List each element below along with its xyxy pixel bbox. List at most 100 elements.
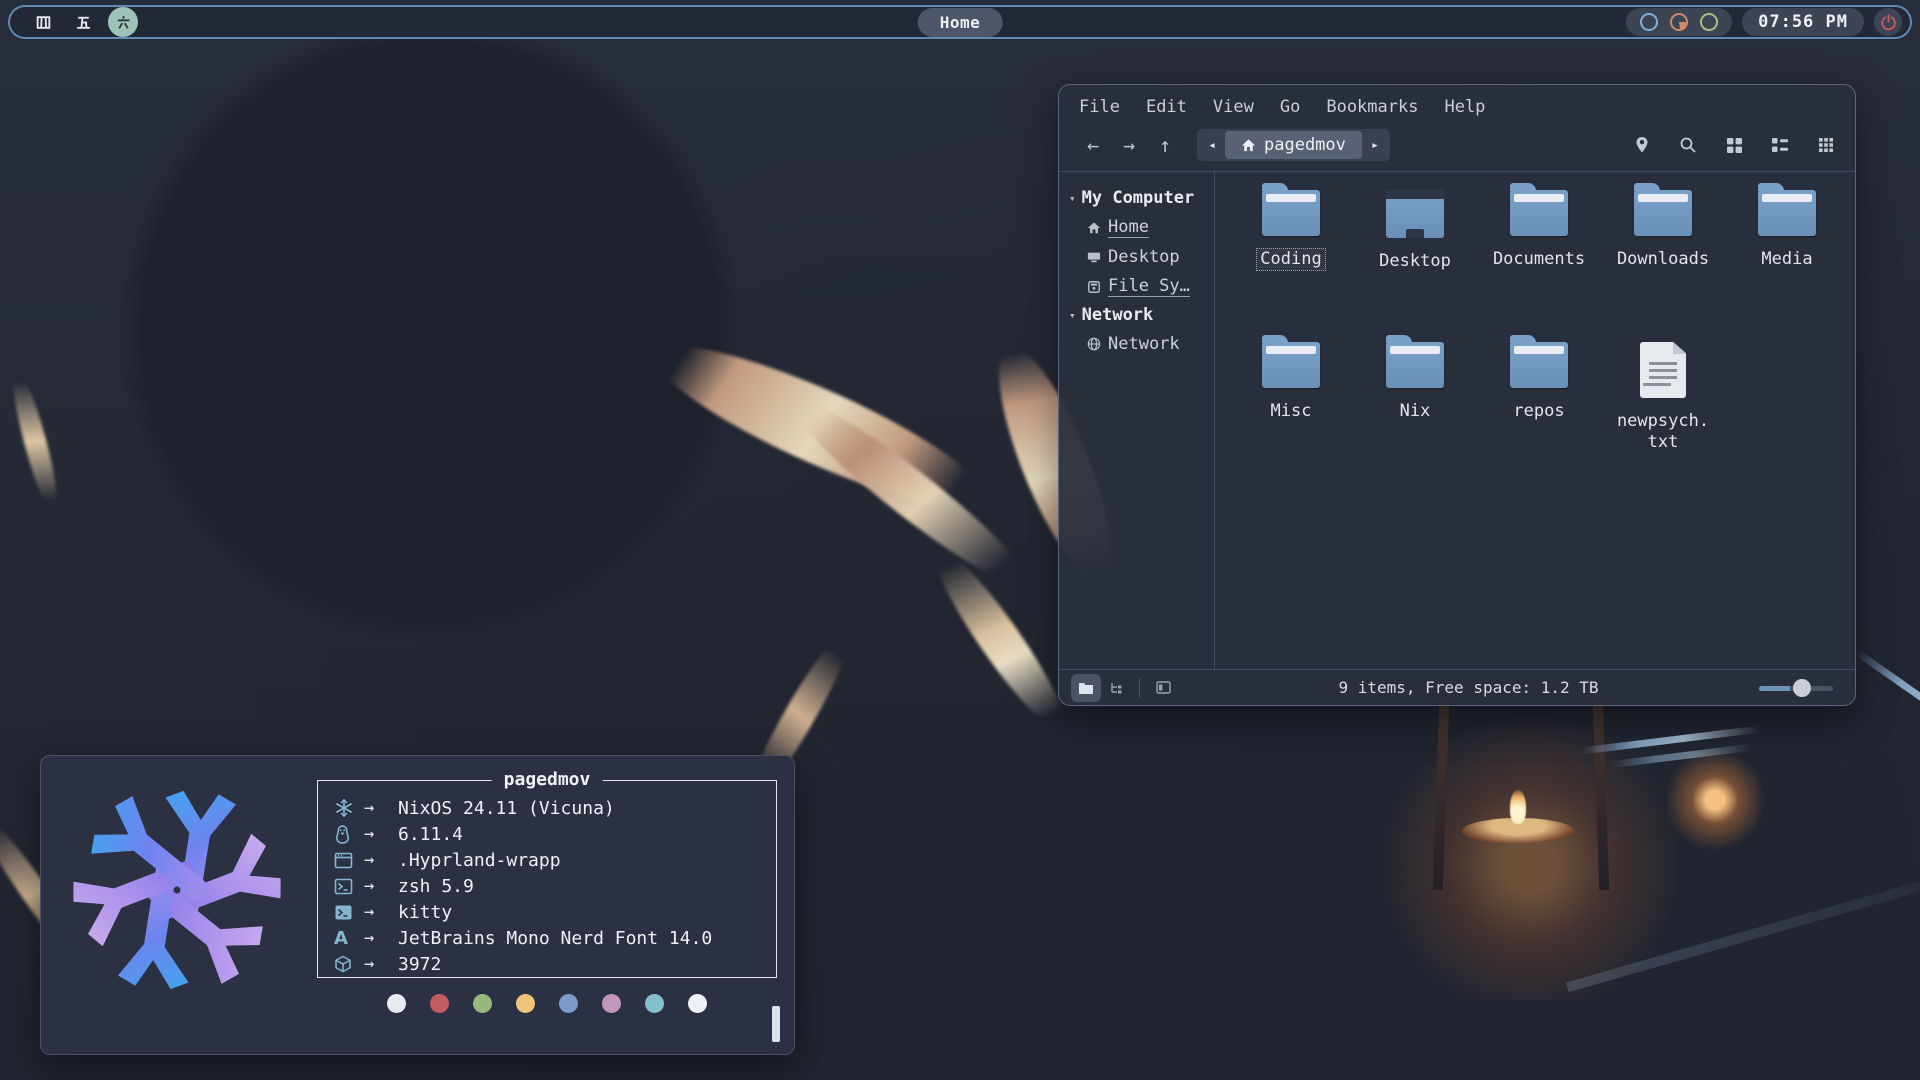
file-item-newpsych-txt[interactable]: newpsych.txt (1604, 342, 1722, 494)
arrow-icon: → (364, 928, 398, 948)
side-panel-toggle-button[interactable] (1148, 674, 1178, 702)
palette-dot-blue (559, 994, 578, 1013)
hair-strand (778, 383, 1043, 604)
file-item-media[interactable]: Media (1728, 190, 1846, 342)
hair-strand (5, 366, 65, 517)
icon-pane-toggle-button[interactable] (1071, 674, 1101, 702)
forward-button[interactable]: → (1111, 133, 1147, 157)
breadcrumb: ◂ pagedmov ▸ (1197, 129, 1390, 161)
status-bar-fm: 9 items, Free space: 1.2 TB (1059, 669, 1855, 705)
file-item-downloads[interactable]: Downloads (1604, 190, 1722, 342)
arrow-icon: → (364, 824, 398, 844)
file-item-repos[interactable]: repos (1480, 342, 1598, 494)
font-icon: A (334, 928, 348, 949)
fetch-row-terminal: → kitty (334, 899, 776, 925)
file-label: Desktop (1375, 250, 1455, 273)
sidebar-item-network[interactable]: Network (1067, 329, 1206, 358)
sidebar-item-home[interactable]: Home (1067, 212, 1206, 242)
workspace-5-button[interactable] (68, 7, 98, 37)
location-button[interactable] (1629, 132, 1655, 158)
power-icon (1880, 14, 1897, 31)
search-button[interactable] (1675, 132, 1701, 158)
compact-view-button[interactable] (1813, 132, 1839, 158)
menu-view[interactable]: View (1213, 97, 1254, 117)
fetch-value-font: JetBrains Mono Nerd Font 14.0 (398, 928, 712, 949)
collapse-triangle-icon: ▾ (1069, 309, 1076, 322)
fetch-row-os: → NixOS 24.11 (Vicuna) (334, 795, 776, 821)
list-view-button[interactable] (1767, 132, 1793, 158)
candle-flame (1510, 790, 1526, 824)
light-streak (1854, 649, 1920, 758)
compact-view-icon (1818, 137, 1834, 153)
breadcrumb-segment-home[interactable]: pagedmov (1225, 131, 1362, 159)
palette-dot-bright-white (688, 994, 707, 1013)
toolbar-right-icons (1629, 132, 1839, 158)
workspace-switcher (28, 7, 138, 37)
drive-icon (1087, 280, 1101, 294)
file-item-desktop[interactable]: Desktop (1356, 190, 1474, 342)
kernel-penguin-icon (334, 825, 351, 844)
fetch-info-box: pagedmov → NixOS 24.11 (Vicuna) (317, 780, 777, 978)
folder-icon (1262, 190, 1320, 236)
up-button[interactable]: ↑ (1147, 133, 1183, 157)
menu-bar: File Edit View Go Bookmarks Help (1059, 85, 1855, 123)
palette-dot-cyan (645, 994, 664, 1013)
tree-pane-toggle-button[interactable] (1101, 674, 1131, 702)
zoom-slider[interactable] (1759, 679, 1833, 697)
palette-dot-green (473, 994, 492, 1013)
workspace-6-button[interactable] (108, 7, 138, 37)
shell-icon (334, 878, 353, 895)
palette-dot-magenta (602, 994, 621, 1013)
sidebar-section-my-computer[interactable]: ▾ My Computer (1067, 184, 1206, 212)
palette-dot-white (387, 994, 406, 1013)
toolbar: ← → ↑ ◂ pagedmov ▸ (1059, 123, 1855, 171)
file-item-nix[interactable]: Nix (1356, 342, 1474, 494)
search-icon (1679, 136, 1697, 154)
collapse-triangle-icon: ▾ (1069, 192, 1076, 205)
file-item-documents[interactable]: Documents (1480, 190, 1598, 342)
fetch-value-shell: zsh 5.9 (398, 876, 474, 897)
folder-icon (1510, 342, 1568, 388)
desktop-folder-icon (1386, 190, 1444, 238)
icon-view-button[interactable] (1721, 132, 1747, 158)
breadcrumb-back-chevron[interactable]: ◂ (1199, 138, 1225, 153)
terminal-cursor (772, 1006, 780, 1042)
kanji-six-icon (115, 14, 132, 31)
menu-file[interactable]: File (1079, 97, 1120, 117)
bar-right-cluster: 07:56 PM (1626, 8, 1902, 36)
file-item-coding[interactable]: Coding (1232, 190, 1350, 342)
sidebar-item-filesystem[interactable]: File Sy… (1067, 271, 1206, 301)
tray-circle-green-icon (1700, 13, 1718, 31)
menu-bookmarks[interactable]: Bookmarks (1326, 97, 1418, 117)
folder-icon (1758, 190, 1816, 236)
panel-layout-icon (1156, 681, 1171, 694)
clock: 07:56 PM (1742, 8, 1864, 36)
fetch-value-wm: .Hyprland-wrapp (398, 850, 561, 871)
power-button[interactable] (1874, 8, 1902, 36)
terminal-icon (334, 904, 353, 921)
arrow-icon: → (364, 850, 398, 870)
menu-edit[interactable]: Edit (1146, 97, 1187, 117)
terminal-window[interactable]: pagedmov → NixOS 24.11 (Vicuna) (40, 755, 795, 1055)
file-label: Misc (1267, 400, 1316, 423)
sidebar-item-label: Network (1108, 334, 1180, 354)
menu-help[interactable]: Help (1444, 97, 1485, 117)
globe-icon (1087, 337, 1101, 351)
tray-circle-blue-icon (1640, 13, 1658, 31)
file-item-misc[interactable]: Misc (1232, 342, 1350, 494)
breadcrumb-forward-chevron[interactable]: ▸ (1362, 138, 1388, 153)
sidebar-item-desktop[interactable]: Desktop (1067, 242, 1206, 271)
back-button[interactable]: ← (1075, 133, 1111, 157)
workspace-4-button[interactable] (28, 7, 58, 37)
sidebar-section-network[interactable]: ▾ Network (1067, 301, 1206, 329)
tree-view-icon (1109, 681, 1124, 695)
zoom-slider-handle[interactable] (1793, 679, 1811, 697)
fetch-row-font: A → JetBrains Mono Nerd Font 14.0 (334, 925, 776, 951)
menu-go[interactable]: Go (1280, 97, 1300, 117)
tray-circle-orange-icon (1670, 13, 1688, 31)
sidebar-item-label: File Sy… (1108, 276, 1190, 297)
home-icon (1087, 221, 1101, 235)
system-tray[interactable] (1626, 8, 1732, 36)
breadcrumb-path: pagedmov (1264, 135, 1346, 155)
package-icon (334, 955, 352, 973)
